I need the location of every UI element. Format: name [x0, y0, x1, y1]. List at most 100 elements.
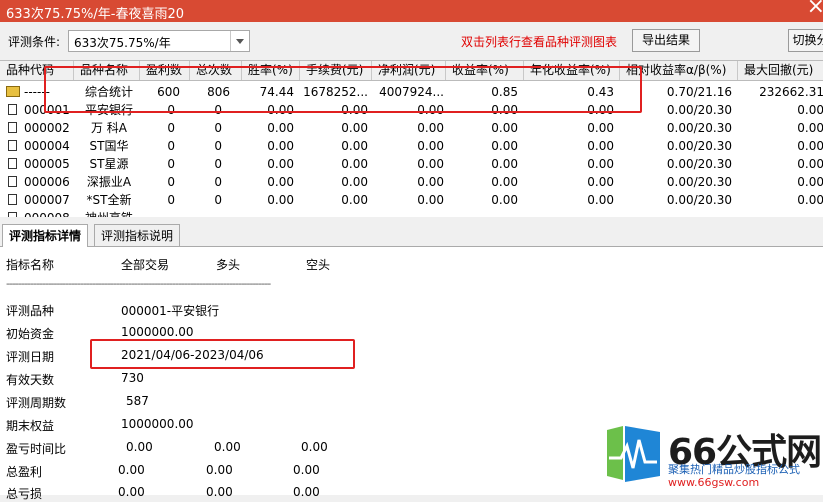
cell-return: 0.00 [491, 175, 518, 189]
document-icon [8, 122, 17, 133]
cell-total: 0 [214, 139, 222, 153]
cell-alpha-beta: 0.00/20.30 [666, 175, 732, 189]
cell-fee: 0.00 [341, 175, 368, 189]
cell-profit: 0.00 [417, 157, 444, 171]
cell-alpha-beta: 0.00/20.30 [666, 121, 732, 135]
detail-label: 评测日期 [6, 350, 55, 364]
cell-wins: 0 [167, 139, 175, 153]
detail-value-long: 0.00 [214, 440, 241, 454]
cell-code: 000004 [24, 139, 70, 153]
detail-label: 期末权益 [6, 419, 55, 433]
export-button[interactable]: 导出结果 [632, 29, 700, 52]
close-icon[interactable]: × [807, 0, 823, 19]
cell-profit: 0.00 [417, 175, 444, 189]
cell-winrate: 0.00 [267, 175, 294, 189]
detail-value: 587 [126, 394, 149, 408]
cell-code: 000005 [24, 157, 70, 171]
cell-drawdown: 0.00 [797, 103, 823, 117]
cell-annual: 0.00 [587, 193, 614, 207]
table-row[interactable]: 000007 *ST全新 0 0 0.00 0.00 0.00 0.00 0.0… [0, 191, 823, 209]
folder-icon [6, 86, 20, 97]
cell-total: 0 [214, 157, 222, 171]
cell-annual: 0.00 [587, 139, 614, 153]
logo-icon [605, 424, 662, 484]
cell-annual: 0.00 [587, 121, 614, 135]
cell-total: 0 [214, 121, 222, 135]
cell-drawdown: 0.00 [797, 157, 823, 171]
detail-value-short: 0.00 [301, 440, 328, 454]
table-row[interactable]: 000008 神州高铁 [0, 209, 823, 217]
detail-value-long: 0.00 [206, 463, 233, 477]
cell-code: 000007 [24, 193, 70, 207]
watermark-slogan: 聚集热门精品炒股指标公式 [668, 463, 800, 476]
detail-tabs: 评测指标详情 评测指标说明 [0, 222, 823, 247]
table-row[interactable]: 000002 万 科A 0 0 0.00 0.00 0.00 0.00 0.00… [0, 119, 823, 137]
cell-name: 深振业A [86, 175, 132, 189]
document-icon [8, 104, 17, 115]
hint-text: 双击列表行查看品种评测图表 [461, 35, 618, 49]
condition-select[interactable]: 633次75.75%/年 [68, 30, 250, 52]
detail-label: 评测品种 [6, 304, 55, 318]
document-icon [8, 194, 17, 205]
cell-winrate: 0.00 [267, 193, 294, 207]
cell-name: 神州高铁 [74, 209, 144, 217]
condition-label: 评测条件: [8, 35, 61, 49]
cell-fee: 0.00 [341, 121, 368, 135]
detail-value-long: 0.00 [206, 485, 233, 499]
document-icon [8, 140, 17, 151]
document-icon [8, 212, 17, 217]
cell-drawdown: 0.00 [797, 193, 823, 207]
cell-name: ST国华 [89, 139, 129, 153]
table-row[interactable]: 000004 ST国华 0 0 0.00 0.00 0.00 0.00 0.00… [0, 137, 823, 155]
detail-value: 1000000.00 [121, 325, 194, 339]
cell-fee: 0.00 [341, 139, 368, 153]
cell-return: 0.00 [491, 121, 518, 135]
cell-name: 万 科A [90, 121, 128, 135]
cell-wins: 0 [167, 121, 175, 135]
cell-name: ST星源 [89, 157, 129, 171]
cell-profit: 0.00 [417, 121, 444, 135]
detail-value-all: 0.00 [118, 485, 145, 499]
detail-label: 初始资金 [6, 327, 55, 341]
cell-profit: 0.00 [417, 193, 444, 207]
tab-metric-details[interactable]: 评测指标详情 [2, 224, 89, 247]
cell-drawdown: 0.00 [797, 175, 823, 189]
cell-annual: 0.00 [587, 157, 614, 171]
highlight-box-date [90, 339, 355, 369]
cell-winrate: 0.00 [267, 139, 294, 153]
cell-wins: 0 [167, 193, 175, 207]
detail-label: 评测周期数 [6, 396, 67, 410]
detail-value: 730 [121, 371, 144, 385]
cell-wins: 0 [167, 157, 175, 171]
cell-alpha-beta: 0.00/20.30 [666, 193, 732, 207]
tab-metric-explanation[interactable]: 评测指标说明 [94, 224, 181, 246]
cell-code: 000002 [24, 121, 70, 135]
detail-value: 1000000.00 [121, 417, 194, 431]
cell-winrate: 0.00 [267, 157, 294, 171]
cell-alpha-beta: 0.00/20.30 [666, 157, 732, 171]
detail-header-metric: 指标名称 [6, 258, 55, 272]
detail-label: 有效天数 [6, 373, 55, 387]
window-title: 633次75.75%/年-春夜喜雨20 [6, 7, 184, 22]
detail-label: 总亏损 [6, 487, 43, 501]
highlight-box-summary [44, 66, 642, 113]
cell-wins: 0 [167, 175, 175, 189]
switch-button[interactable]: 切换分 [788, 29, 823, 52]
cell-return: 0.00 [491, 193, 518, 207]
cell-name: *ST全新 [86, 193, 132, 207]
detail-header-all: 全部交易 [121, 258, 170, 272]
cell-fee: 0.00 [341, 193, 368, 207]
table-row[interactable]: 000006 深振业A 0 0 0.00 0.00 0.00 0.00 0.00… [0, 173, 823, 191]
document-icon [8, 158, 17, 169]
document-icon [8, 176, 17, 187]
detail-value-short: 0.00 [293, 485, 320, 499]
watermark-url: www.66gsw.com [668, 476, 760, 489]
col-header-drawdown[interactable]: 最大回撤(元) [738, 61, 823, 80]
table-row[interactable]: 000005 ST星源 0 0 0.00 0.00 0.00 0.00 0.00… [0, 155, 823, 173]
chevron-down-icon[interactable] [230, 31, 249, 51]
cell-return: 0.00 [491, 139, 518, 153]
cell-winrate: 0.00 [267, 121, 294, 135]
detail-value: 000001-平安银行 [121, 304, 220, 318]
cell-alpha-beta: 0.00/20.30 [666, 139, 732, 153]
condition-value: 633次75.75%/年 [74, 36, 171, 50]
